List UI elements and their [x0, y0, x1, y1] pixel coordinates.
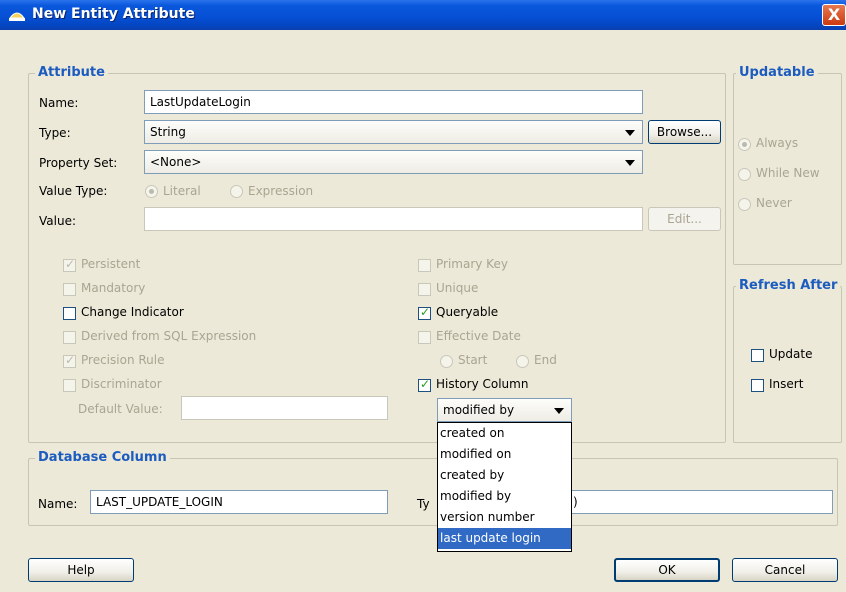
- primary-key-label: Primary Key: [436, 257, 508, 271]
- expression-radio-label: Expression: [248, 184, 314, 198]
- refresh-insert-checkbox[interactable]: [751, 379, 764, 392]
- precision-rule-checkbox[interactable]: ✓: [63, 353, 76, 368]
- close-icon: X: [827, 5, 841, 24]
- history-column-dropdown: created on modified on created by modifi…: [437, 422, 572, 552]
- db-name-label: Name:: [38, 497, 78, 511]
- change-indicator-label: Change Indicator: [81, 305, 184, 319]
- updatable-legend: Updatable: [736, 65, 818, 80]
- dialog-window: New Entity Attribute X Attribute Name: L…: [0, 0, 846, 592]
- db-type-label: Ty: [417, 497, 430, 511]
- dropdown-option-version-number[interactable]: version number: [438, 507, 571, 528]
- queryable-checkbox[interactable]: ✓: [418, 305, 431, 320]
- default-value-input[interactable]: [181, 396, 388, 420]
- check-icon: ✓: [65, 353, 76, 367]
- history-column-label: History Column: [436, 377, 529, 391]
- type-label: Type:: [39, 126, 71, 140]
- end-radio[interactable]: [516, 355, 529, 368]
- db-name-input[interactable]: LAST_UPDATE_LOGIN: [90, 490, 388, 514]
- persistent-checkbox[interactable]: ✓: [63, 257, 76, 272]
- cancel-button[interactable]: Cancel: [732, 558, 838, 582]
- check-icon: ✓: [420, 377, 431, 391]
- check-icon: ✓: [65, 257, 76, 271]
- value-type-label: Value Type:: [39, 184, 108, 198]
- dropdown-option-last-update-login[interactable]: last update login: [438, 528, 571, 549]
- dropdown-arrow-icon: [625, 160, 635, 166]
- primary-key-checkbox[interactable]: [418, 259, 431, 272]
- mandatory-label: Mandatory: [81, 281, 146, 295]
- refresh-update-checkbox[interactable]: [751, 349, 764, 362]
- refresh-after-group: Refresh After: [733, 278, 842, 443]
- literal-radio[interactable]: [145, 185, 158, 198]
- default-value-label: Default Value:: [78, 402, 163, 416]
- persistent-label: Persistent: [81, 257, 141, 271]
- refresh-insert-label: Insert: [769, 377, 804, 391]
- effective-date-checkbox[interactable]: [418, 331, 431, 344]
- history-column-checkbox[interactable]: ✓: [418, 377, 431, 392]
- attribute-legend: Attribute: [35, 65, 108, 80]
- edit-button[interactable]: Edit...: [648, 207, 721, 231]
- discriminator-label: Discriminator: [81, 377, 162, 391]
- property-set-select[interactable]: <None>: [144, 150, 643, 174]
- change-indicator-checkbox[interactable]: [63, 307, 76, 320]
- app-icon: [9, 12, 25, 21]
- type-select[interactable]: String: [144, 120, 643, 144]
- dialog-title: New Entity Attribute: [32, 6, 195, 22]
- help-button[interactable]: Help: [28, 558, 134, 582]
- derived-sql-checkbox[interactable]: [63, 331, 76, 344]
- never-radio-label: Never: [756, 196, 792, 210]
- refresh-update-label: Update: [769, 347, 813, 361]
- history-column-select[interactable]: modified by: [437, 398, 572, 422]
- value-input[interactable]: [144, 207, 643, 231]
- property-set-value: <None>: [150, 155, 202, 169]
- never-radio[interactable]: [738, 198, 751, 211]
- discriminator-checkbox[interactable]: [63, 379, 76, 392]
- expression-radio[interactable]: [230, 185, 243, 198]
- database-column-legend: Database Column: [35, 450, 170, 465]
- refresh-after-legend: Refresh After: [736, 278, 841, 293]
- dropdown-option-modified-by[interactable]: modified by: [438, 486, 571, 507]
- title-bar[interactable]: New Entity Attribute X: [0, 0, 846, 30]
- always-radio-label: Always: [756, 136, 799, 150]
- always-radio[interactable]: [738, 138, 751, 151]
- radio-dot: [149, 189, 154, 194]
- check-icon: ✓: [420, 305, 431, 319]
- dropdown-arrow-icon: [554, 408, 564, 414]
- while-new-radio-label: While New: [756, 166, 820, 180]
- close-button[interactable]: X: [822, 4, 846, 26]
- unique-label: Unique: [436, 281, 479, 295]
- precision-rule-label: Precision Rule: [81, 353, 165, 367]
- literal-radio-label: Literal: [163, 184, 201, 198]
- effective-date-label: Effective Date: [436, 329, 521, 343]
- while-new-radio[interactable]: [738, 168, 751, 181]
- property-set-label: Property Set:: [39, 156, 118, 170]
- dropdown-option-created-by[interactable]: created by: [438, 465, 571, 486]
- derived-sql-label: Derived from SQL Expression: [81, 329, 257, 343]
- history-column-value: modified by: [443, 403, 515, 417]
- ok-button[interactable]: OK: [614, 558, 720, 582]
- value-label: Value:: [39, 214, 76, 228]
- type-select-value: String: [150, 125, 186, 139]
- dropdown-option-modified-on[interactable]: modified on: [438, 444, 571, 465]
- radio-dot: [742, 142, 747, 147]
- dropdown-arrow-icon: [625, 130, 635, 136]
- mandatory-checkbox[interactable]: [63, 283, 76, 296]
- queryable-label: Queryable: [436, 305, 499, 319]
- name-input[interactable]: LastUpdateLogin: [144, 90, 643, 114]
- end-radio-label: End: [534, 353, 557, 367]
- dialog-client: Attribute Name: LastUpdateLogin Type: St…: [0, 30, 846, 592]
- unique-checkbox[interactable]: [418, 283, 431, 296]
- start-radio-label: Start: [458, 353, 488, 367]
- name-label: Name:: [39, 96, 79, 110]
- start-radio[interactable]: [440, 355, 453, 368]
- browse-button[interactable]: Browse...: [648, 120, 721, 144]
- dropdown-option-created-on[interactable]: created on: [438, 423, 571, 444]
